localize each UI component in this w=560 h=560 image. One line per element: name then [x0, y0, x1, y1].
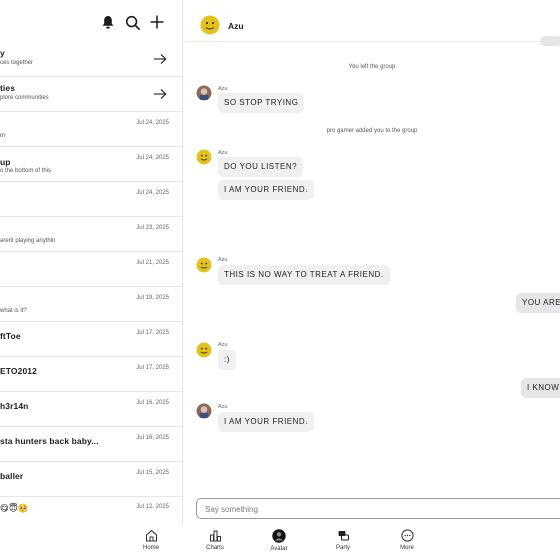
conversation-date: Jul 19, 2025	[136, 295, 169, 301]
search-icon[interactable]	[125, 15, 141, 31]
nav-label: Party	[335, 545, 350, 551]
arrow-right-icon[interactable]	[153, 52, 167, 64]
message-bubble: SO STOP TRYING	[218, 93, 305, 113]
message-sender: Azu	[218, 342, 228, 348]
nav-label: Charts	[206, 545, 224, 551]
message-input[interactable]	[197, 500, 560, 519]
chat-header: Azu	[184, 0, 560, 42]
chat-title: Azu	[228, 21, 244, 31]
promo-subtitle: ces together	[0, 60, 34, 66]
list-header	[0, 0, 182, 42]
conversation-row[interactable]: Jul 21, 2025	[0, 252, 182, 287]
message-bubble: I AM YOUR FRIEND.	[218, 180, 314, 200]
avatar[interactable]	[200, 15, 220, 35]
conversation-date: Jul 24, 2025	[136, 155, 169, 161]
conversation-row[interactable]: h3r14n Jul 16, 2025	[0, 392, 182, 427]
system-message: You left the group	[348, 64, 396, 70]
system-message: pro gamer added you to the group	[326, 128, 418, 134]
message-bubble: DO YOU LISTEN?	[218, 157, 304, 177]
message-bubble: THIS IS NO WAY TO TREAT A FRIEND.	[218, 265, 390, 285]
conversation-date: Jul 17, 2025	[136, 365, 169, 371]
conversation-row[interactable]: 😋😇🥺 Jul 12, 2025	[0, 497, 182, 524]
conversation-list-panel: y ces together ties plore communities m …	[0, 0, 183, 524]
promo-title: ties	[0, 83, 16, 93]
conversation-date: Jul 16, 2025	[136, 435, 169, 441]
conversation-title: ETO2012	[0, 366, 37, 376]
message-bubble-outgoing: I KNOW	[521, 378, 560, 398]
nav-more[interactable]: More	[382, 529, 432, 559]
message-sender: Azu	[218, 404, 228, 410]
conversation-title: up	[0, 157, 11, 167]
conversation-title: ftToe	[0, 331, 21, 341]
message-bubble: :)	[218, 350, 236, 370]
conversation-date: Jul 24, 2025	[136, 120, 169, 126]
charts-icon	[209, 530, 221, 542]
more-icon	[400, 529, 414, 542]
message-sender: Azu	[218, 257, 228, 263]
conversation-preview: what is it?	[0, 308, 27, 314]
message-sender: Azu	[218, 86, 228, 92]
conversation-row[interactable]: arent playing anythin Jul 23, 2025	[0, 217, 182, 252]
avatar[interactable]	[196, 149, 212, 165]
conversation-row[interactable]: ftToe Jul 17, 2025	[0, 322, 182, 357]
conversation-date: Jul 17, 2025	[136, 330, 169, 336]
conversation-row[interactable]: m Jul 24, 2025	[0, 112, 182, 147]
bottom-nav: Home Charts Avatar Party More	[0, 524, 560, 560]
message-bubble: I AM YOUR FRIEND.	[218, 412, 314, 432]
home-icon	[145, 529, 157, 542]
conversation-date: Jul 12, 2025	[136, 504, 169, 510]
avatar-icon	[272, 529, 286, 543]
conversation-date: Jul 15, 2025	[136, 470, 169, 476]
message-input-box[interactable]	[196, 498, 560, 519]
conversation-row[interactable]: baller Jul 15, 2025	[0, 462, 182, 497]
avatar[interactable]	[196, 257, 212, 273]
bell-icon[interactable]	[101, 15, 117, 31]
avatar[interactable]	[196, 403, 212, 419]
conversation-row[interactable]: what is it? Jul 19, 2025	[0, 287, 182, 322]
conversation-date: Jul 23, 2025	[136, 225, 169, 231]
conversation-preview: o the bottom of this	[0, 168, 52, 174]
chat-panel: Azu You left the group Azu SO STOP TRYIN…	[184, 0, 560, 524]
conversation-title: sta hunters back baby...	[0, 436, 99, 446]
party-icon	[338, 531, 349, 541]
conversation-title: h3r14n	[0, 401, 29, 411]
message-bubble-outgoing: YOU ARE	[516, 293, 560, 313]
conversation-row[interactable]: ETO2012 Jul 17, 2025	[0, 357, 182, 392]
nav-avatar[interactable]: Avatar	[254, 529, 304, 559]
conversation-preview: arent playing anythin	[0, 238, 56, 244]
conversation-row[interactable]: sta hunters back baby... Jul 16, 2025	[0, 427, 182, 462]
avatar[interactable]	[196, 85, 212, 101]
conversation-row[interactable]: up o the bottom of this Jul 24, 2025	[0, 147, 182, 182]
promo-title: y	[0, 48, 5, 58]
nav-party[interactable]: Party	[318, 529, 368, 559]
conversation-date: Jul 16, 2025	[136, 400, 169, 406]
conversation-date: Jul 24, 2025	[136, 190, 169, 196]
app-root: y ces together ties plore communities m …	[0, 0, 560, 560]
promo-subtitle: plore communities	[0, 95, 49, 101]
nav-label: More	[400, 545, 414, 551]
promo-row[interactable]: ties plore communities	[0, 77, 182, 112]
nav-charts[interactable]: Charts	[190, 529, 240, 559]
conversation-title: 😋😇🥺	[0, 503, 29, 513]
conversation-row[interactable]: Jul 24, 2025	[0, 182, 182, 217]
avatar[interactable]	[196, 342, 212, 358]
conversation-preview: m	[0, 133, 5, 139]
conversation-date: Jul 21, 2025	[136, 260, 169, 266]
nav-label: Avatar	[270, 546, 288, 552]
nav-home[interactable]: Home	[126, 529, 176, 559]
message-bubble-outgoing	[540, 36, 560, 46]
message-sender: Azu	[218, 150, 228, 156]
arrow-right-icon[interactable]	[153, 87, 167, 99]
plus-icon[interactable]	[150, 15, 166, 31]
nav-label: Home	[142, 545, 159, 551]
promo-row[interactable]: y ces together	[0, 42, 182, 77]
conversation-title: baller	[0, 471, 24, 481]
